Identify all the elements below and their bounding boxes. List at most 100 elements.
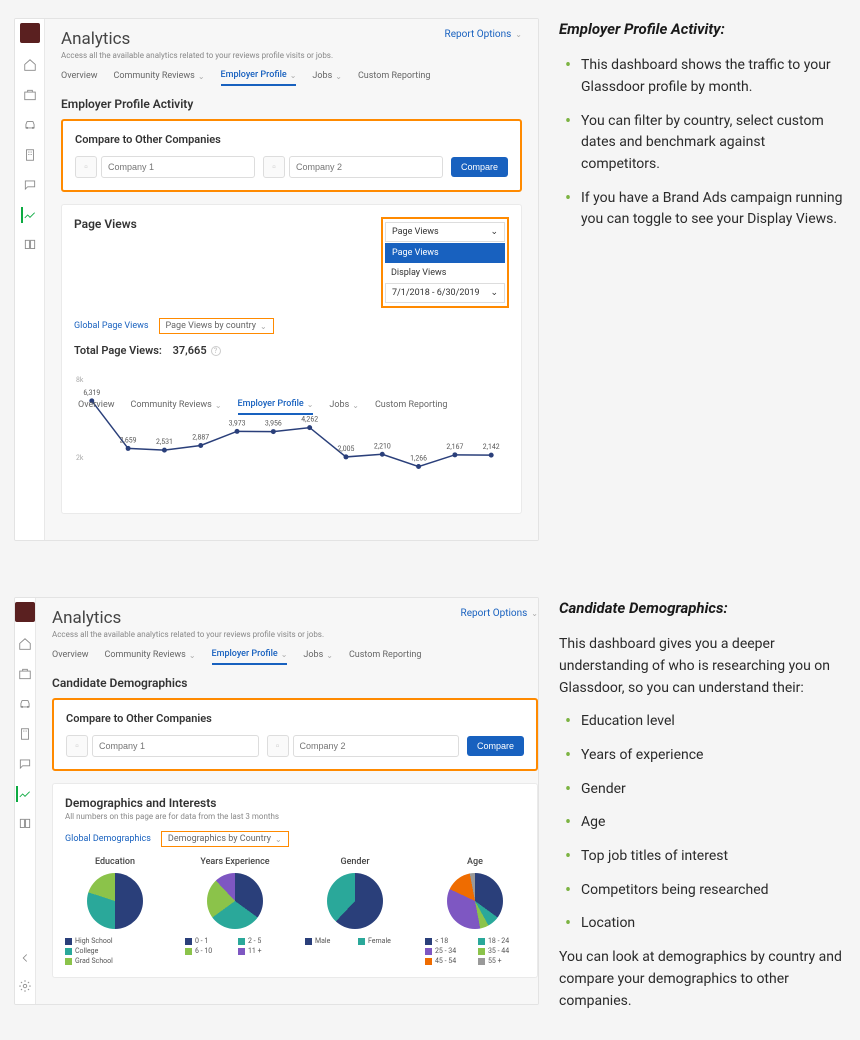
line-chart: 2k8k6,3192,6592,5312,8873,9733,9564,2622… [74,361,509,501]
gear-icon[interactable] [17,978,33,994]
compare-title: Compare to Other Companies [75,133,508,146]
desc-intro: This dashboard gives you a deeper unders… [559,634,846,699]
page-subtitle: Access all the available analytics relat… [61,51,522,60]
sub-tab-country-demo[interactable]: Demographics by Country⌄ [161,831,289,847]
chevron-down-icon: ⌄ [490,227,498,237]
bullet: This dashboard shows the traffic to your… [565,55,846,98]
bullet: Location [565,913,846,935]
book-icon[interactable] [17,816,33,832]
svg-text:8k: 8k [76,376,84,384]
tab-employer-profile[interactable]: Employer Profile⌄ [221,70,297,86]
bullet: Age [565,812,846,834]
description-panel: Candidate Demographics: This dashboard g… [559,597,846,1022]
tab-overview[interactable]: Overview [78,399,114,415]
collapse-icon[interactable] [17,950,33,966]
demo-title: Demographics and Interests [65,796,525,810]
svg-text:2,531: 2,531 [156,438,173,446]
book-icon[interactable] [22,237,38,253]
chevron-down-icon: ⌄ [335,72,342,81]
sub-tab-global-demo[interactable]: Global Demographics [65,831,151,847]
bullet: If you have a Brand Ads campaign running… [565,188,846,231]
desc-heading: Candidate Demographics: [559,597,846,620]
briefcase-icon[interactable] [22,87,38,103]
sub-tab-country[interactable]: Page Views by country⌄ [159,318,274,334]
chevron-down-icon: ⌄ [290,71,297,80]
svg-text:2,005: 2,005 [338,445,355,453]
company2-input[interactable] [293,735,460,757]
tab-custom-reporting[interactable]: Custom Reporting [349,649,422,665]
tab-community[interactable]: Community Reviews⌄ [130,399,221,415]
home-icon[interactable] [17,636,33,652]
chat-icon[interactable] [22,177,38,193]
briefcase-icon[interactable] [17,666,33,682]
avatar[interactable] [15,602,35,622]
tab-custom-reporting[interactable]: Custom Reporting [375,399,448,415]
tab-jobs[interactable]: Jobs⌄ [329,399,359,415]
tab-employer-profile[interactable]: Employer Profile⌄ [212,649,288,665]
report-options-dropdown[interactable]: Report Options⌄ [461,608,538,619]
report-options-dropdown[interactable]: Report Options⌄ [445,29,522,40]
building-icon[interactable] [22,147,38,163]
bullet: Top job titles of interest [565,846,846,868]
pie-age: Age < 18 18 - 24 25 - 34 35 - 44 45 - 54… [425,857,525,965]
svg-text:2,142: 2,142 [483,443,500,451]
svg-text:2,887: 2,887 [192,433,209,441]
main-content: Analytics Report Options⌄ Access all the… [36,598,539,1004]
page-views-title: Page Views [74,217,137,231]
tab-jobs[interactable]: Jobs⌄ [312,70,342,86]
avatar[interactable] [20,23,40,43]
tab-employer-profile[interactable]: Employer Profile⌄ [238,399,314,415]
svg-text:2k: 2k [76,454,84,462]
page-subtitle: Access all the available analytics relat… [52,630,538,639]
home-icon[interactable] [22,57,38,73]
page-views-card: Page Views Page Views⌄ Page Views Displa… [61,204,522,514]
company2-input[interactable] [289,156,443,178]
screenshot-employer-profile: Analytics Report Options⌄ Access all the… [14,18,539,541]
bullet: Years of experience [565,745,846,767]
description-panel: Employer Profile Activity: This dashboar… [559,18,846,243]
view-type-dropdown[interactable]: Page Views⌄ Page Views Display Views 7/1… [381,217,509,308]
company1-input[interactable] [101,156,255,178]
company1-input[interactable] [92,735,259,757]
compare-button[interactable]: Compare [451,157,508,177]
analytics-icon[interactable] [21,207,37,223]
pie-years: Years Experience 0 - 1 2 - 5 6 - 10 11 + [185,857,285,965]
svg-text:2,659: 2,659 [120,436,137,444]
tabs: Overview Community Reviews⌄ Employer Pro… [61,70,522,87]
tab-overview[interactable]: Overview [52,649,88,665]
analytics-icon[interactable] [16,786,32,802]
compare-button[interactable]: Compare [467,736,524,756]
desc-outro: You can look at demographics by country … [559,947,846,1012]
pie-gender: Gender Male Female [305,857,405,965]
main-content: Analytics Report Options⌄ Access all the… [45,19,538,540]
tab-overview[interactable]: Overview [61,70,97,86]
page-title: Analytics [61,29,130,49]
bullet: You can filter by country, select custom… [565,111,846,176]
screenshot-demographics: Analytics Report Options⌄ Access all the… [14,597,539,1005]
tab-jobs[interactable]: Jobs⌄ [303,649,333,665]
svg-text:2,210: 2,210 [374,442,391,450]
company-icon: ▫ [75,156,97,178]
section-header: Employer Profile Activity [61,97,522,111]
tab-community[interactable]: Community Reviews⌄ [113,70,204,86]
sidebar [15,19,45,540]
svg-text:2,167: 2,167 [446,443,463,451]
bullet: Gender [565,779,846,801]
demographics-card: Demographics and Interests All numbers o… [52,783,538,978]
chat-icon[interactable] [17,756,33,772]
chevron-down-icon: ⌄ [515,30,522,39]
bullet: Competitors being researched [565,880,846,902]
tab-community[interactable]: Community Reviews⌄ [104,649,195,665]
bullet: Education level [565,711,846,733]
building-icon[interactable] [17,726,33,742]
tab-custom-reporting[interactable]: Custom Reporting [358,70,431,86]
tabs: Overview Community Reviews⌄ Employer Pro… [52,649,538,666]
car-icon[interactable] [17,696,33,712]
info-icon[interactable]: ? [211,346,221,356]
car-icon[interactable] [22,117,38,133]
chevron-down-icon: ⌄ [260,322,267,331]
company-icon: ▫ [66,735,88,757]
sub-tab-global[interactable]: Global Page Views [74,318,149,334]
page-title: Analytics [52,608,121,628]
chevron-down-icon: ⌄ [275,835,282,844]
